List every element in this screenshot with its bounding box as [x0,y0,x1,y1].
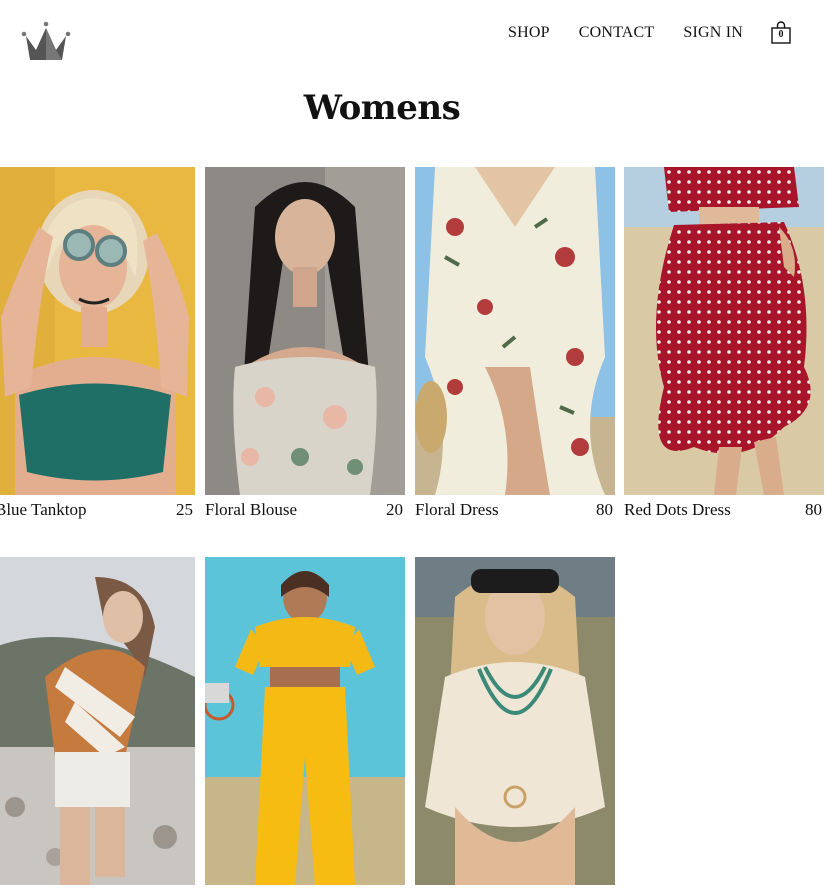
product-name[interactable]: Red Dots Dress [624,500,731,520]
product-card-red-dots-dress[interactable]: Red Dots Dress 80 [624,167,824,520]
main-nav: SHOP CONTACT SIGN IN 0 [508,21,791,45]
nav-contact-link[interactable]: CONTACT [579,24,655,42]
product-image[interactable] [205,167,405,495]
crown-logo[interactable] [20,20,72,64]
product-image[interactable] [0,557,195,885]
crown-icon [21,21,71,60]
cart-count: 0 [778,29,784,40]
product-name[interactable]: Blue Tanktop [0,500,87,520]
product-price: 80 [805,500,822,519]
nav-shop-link[interactable]: SHOP [508,24,550,42]
product-image[interactable] [624,167,824,495]
product-name[interactable]: Floral Blouse [205,500,297,520]
product-card-6[interactable] [205,557,405,890]
product-card-7[interactable] [415,557,615,890]
nav-sign-in-link[interactable]: SIGN IN [683,24,743,42]
product-image[interactable] [0,167,195,495]
product-name[interactable]: Floral Dress [415,500,499,520]
product-price: 80 [596,500,613,519]
page-title: Womens [303,88,461,128]
cart-button[interactable]: 0 [771,21,791,45]
product-card-5[interactable] [0,557,195,890]
product-card-floral-dress[interactable]: Floral Dress 80 [415,167,615,520]
product-card-blue-tanktop[interactable]: Blue Tanktop 25 [0,167,195,520]
product-price: 20 [386,500,403,519]
product-card-floral-blouse[interactable]: Floral Blouse 20 [205,167,405,520]
product-image[interactable] [205,557,405,885]
product-image[interactable] [415,557,615,885]
product-image[interactable] [415,167,615,495]
product-price: 25 [176,500,193,519]
